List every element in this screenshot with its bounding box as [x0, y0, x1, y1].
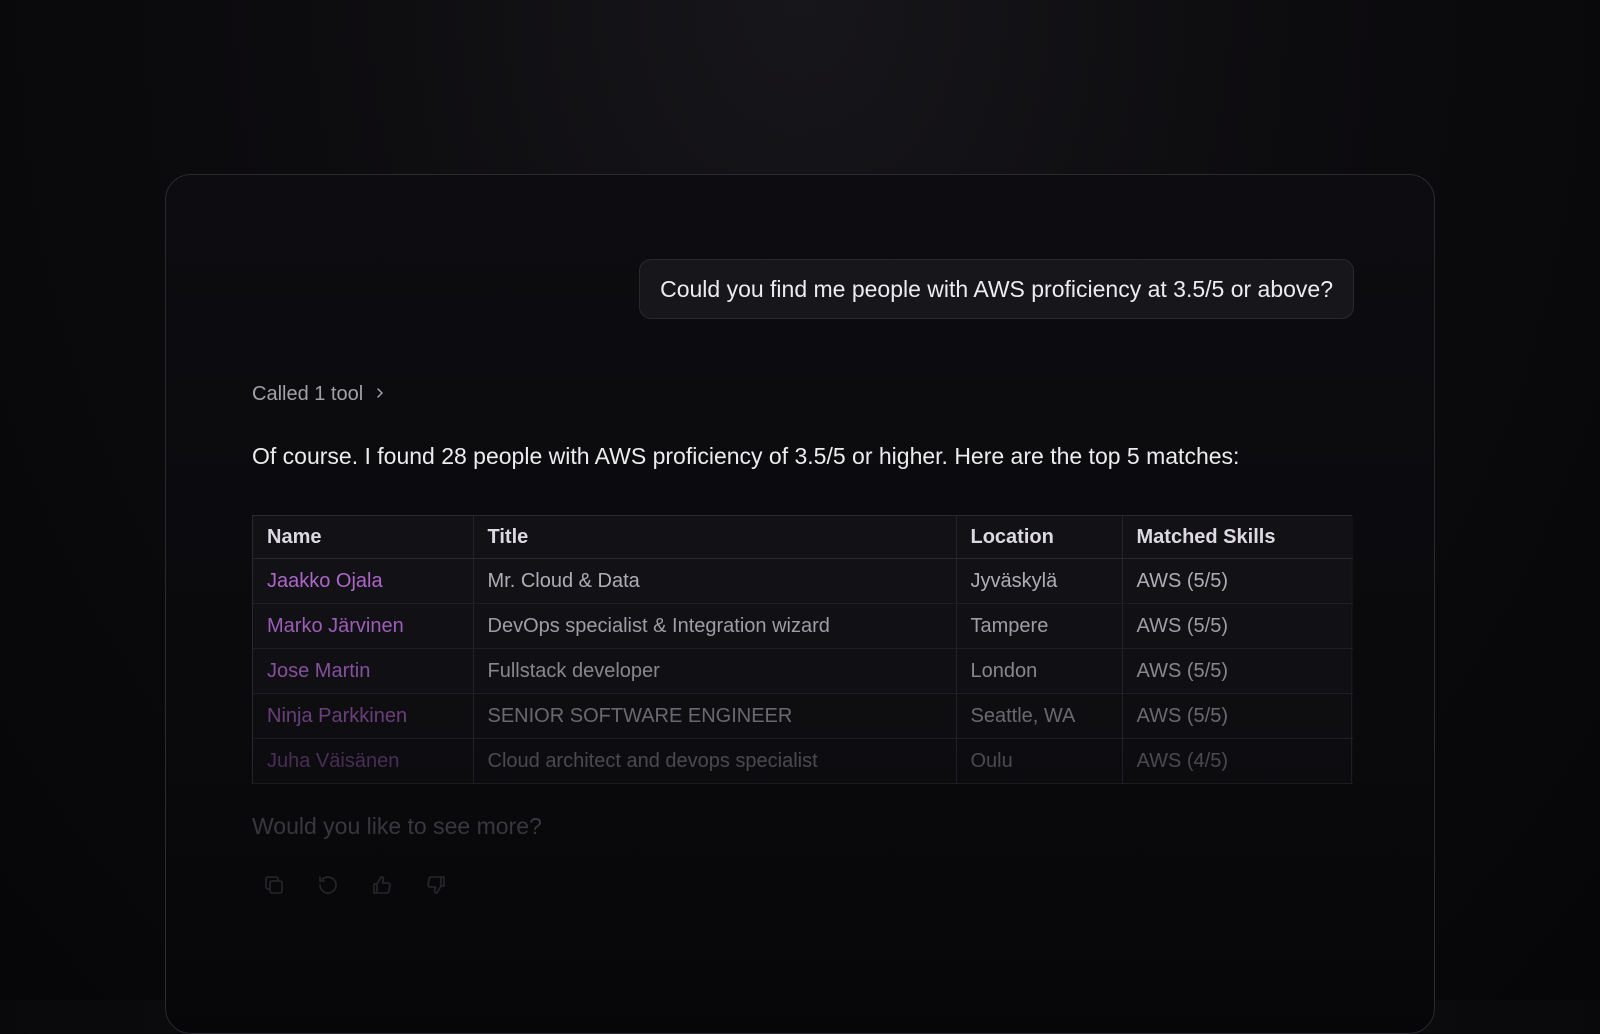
table-row: Juha Väisänen Cloud architect and devops…: [253, 738, 1353, 784]
person-name-link[interactable]: Marko Järvinen: [253, 603, 474, 649]
person-name-link[interactable]: Ninja Parkkinen: [253, 693, 474, 739]
column-header-title: Title: [473, 516, 957, 559]
table-row: Marko Järvinen DevOps specialist & Integ…: [253, 603, 1353, 649]
person-name-link[interactable]: Jose Martin: [253, 648, 474, 694]
person-location: Tampere: [956, 603, 1123, 649]
table-row: Jose Martin Fullstack developer London A…: [253, 648, 1353, 694]
person-title: SENIOR SOFTWARE ENGINEER: [473, 693, 957, 739]
thumbs-down-icon: [424, 873, 448, 902]
table-row: Jaakko Ojala Mr. Cloud & Data Jyväskylä …: [253, 558, 1353, 604]
person-skills: AWS (5/5): [1122, 558, 1353, 604]
tool-call-toggle[interactable]: Called 1 tool: [252, 383, 387, 406]
column-header-location: Location: [956, 516, 1123, 559]
user-message-bubble: Could you find me people with AWS profic…: [639, 259, 1354, 319]
assistant-message: Of course. I found 28 people with AWS pr…: [252, 443, 1240, 469]
person-location: Seattle, WA: [956, 693, 1123, 739]
person-location: Oulu: [956, 738, 1123, 784]
column-header-matched-skills: Matched Skills: [1122, 516, 1353, 559]
regenerate-button[interactable]: [316, 875, 340, 899]
thumbs-down-button[interactable]: [424, 875, 448, 899]
copy-icon: [262, 873, 286, 902]
table-row: Ninja Parkkinen SENIOR SOFTWARE ENGINEER…: [253, 693, 1353, 739]
person-skills: AWS (5/5): [1122, 693, 1353, 739]
person-title: Mr. Cloud & Data: [473, 558, 957, 604]
tool-call-label: Called 1 tool: [252, 383, 364, 405]
user-message-text: Could you find me people with AWS profic…: [660, 275, 1333, 302]
person-location: London: [956, 648, 1123, 694]
person-skills: AWS (4/5): [1122, 738, 1353, 784]
message-actions: [262, 875, 448, 899]
person-title: Cloud architect and devops specialist: [473, 738, 957, 784]
regenerate-icon: [316, 873, 340, 902]
thumbs-up-icon: [370, 873, 394, 902]
person-skills: AWS (5/5): [1122, 648, 1353, 694]
person-name-link[interactable]: Juha Väisänen: [253, 738, 474, 784]
person-title: Fullstack developer: [473, 648, 957, 694]
copy-button[interactable]: [262, 875, 286, 899]
followup-question: Would you like to see more?: [252, 813, 542, 839]
person-name-link[interactable]: Jaakko Ojala: [253, 558, 474, 604]
chevron-right-icon: [373, 383, 387, 406]
person-title: DevOps specialist & Integration wizard: [473, 603, 957, 649]
thumbs-up-button[interactable]: [370, 875, 394, 899]
results-table: Name Title Location Matched Skills Jaakk…: [252, 515, 1353, 784]
person-location: Jyväskylä: [956, 558, 1123, 604]
person-skills: AWS (5/5): [1122, 603, 1353, 649]
table-header-row: Name Title Location Matched Skills: [253, 516, 1353, 559]
chat-window: Could you find me people with AWS profic…: [165, 174, 1435, 1034]
column-header-name: Name: [253, 516, 474, 559]
